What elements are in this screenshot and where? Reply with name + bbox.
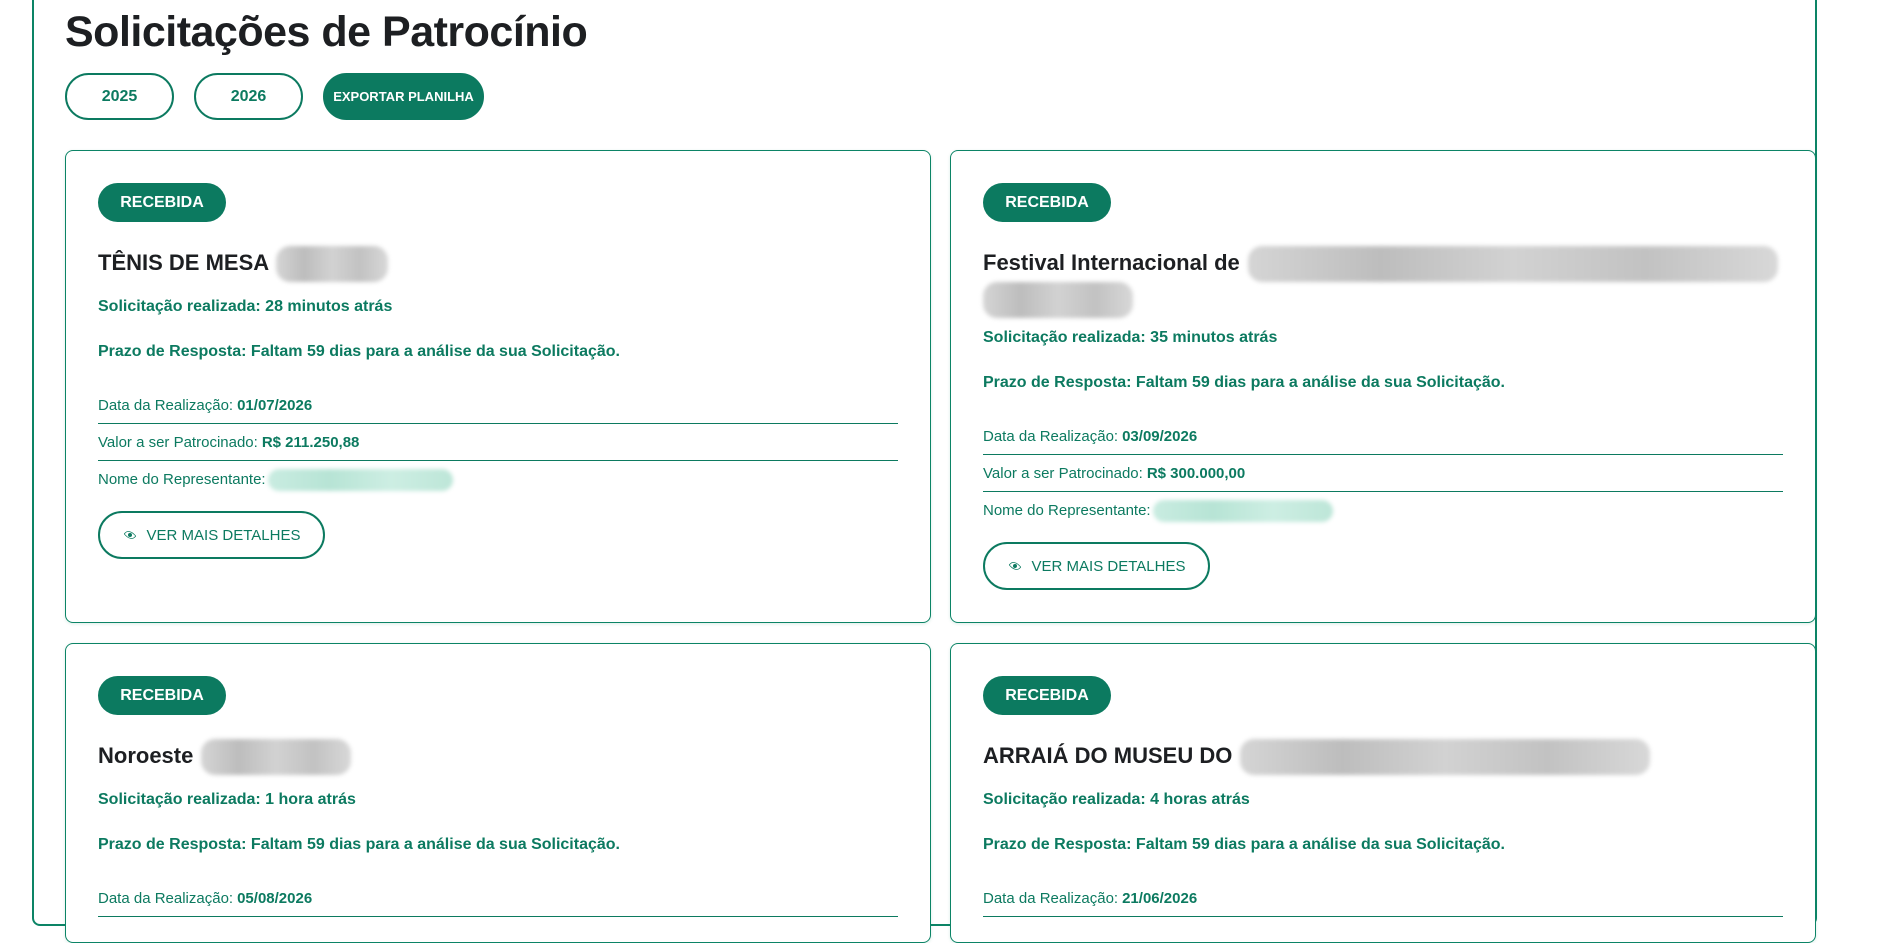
event-date-row: Data da Realização: 01/07/2026 <box>98 387 898 424</box>
request-time: Solicitação realizada: 28 minutos atrás <box>98 298 393 315</box>
response-deadline: Prazo de Resposta: Faltam 59 dias para a… <box>98 343 620 360</box>
response-deadline: Prazo de Resposta: Faltam 59 dias para a… <box>983 374 1505 391</box>
request-time: Solicitação realizada: 1 hora atrás <box>98 791 356 808</box>
year-filter-2025[interactable]: 2025 <box>65 73 174 120</box>
event-date-row: Data da Realização: 03/09/2026 <box>983 418 1783 455</box>
request-card: RECEBIDA Noroeste Solicitação realizada:… <box>65 643 931 943</box>
event-date-row: Data da Realização: 21/06/2026 <box>983 880 1783 917</box>
redacted-title <box>983 282 1133 318</box>
event-date: 05/08/2026 <box>237 889 313 907</box>
redacted-title <box>1247 246 1778 282</box>
event-date: 03/09/2026 <box>1122 427 1198 445</box>
year-filter-2026[interactable]: 2026 <box>194 73 303 120</box>
representative-row: Nome do Representante: <box>983 492 1783 529</box>
event-date: 21/06/2026 <box>1122 889 1198 907</box>
card-title: Festival Internacional de <box>983 246 1783 318</box>
sponsor-value-row: Valor a ser Patrocinado: R$ 300.000,00 <box>983 455 1783 492</box>
response-deadline: Prazo de Resposta: Faltam 59 dias para a… <box>98 836 620 853</box>
redacted-representative <box>1152 499 1333 522</box>
card-title: Noroeste <box>98 739 898 775</box>
eye-icon <box>123 530 137 540</box>
view-details-button[interactable]: VER MAIS DETALHES <box>98 511 325 559</box>
sponsor-value: R$ 300.000,00 <box>1146 464 1246 482</box>
year-filters: 2025 2026 EXPORTAR PLANILHA <box>65 73 484 120</box>
status-badge: RECEBIDA <box>983 676 1111 715</box>
request-time: Solicitação realizada: 35 minutos atrás <box>983 329 1278 346</box>
page-title: Solicitações de Patrocínio <box>65 8 588 56</box>
request-card: RECEBIDA Festival Internacional de Solic… <box>950 150 1816 623</box>
request-card: RECEBIDA TÊNIS DE MESA Solicitação reali… <box>65 150 931 623</box>
representative-row: Nome do Representante: <box>98 461 898 498</box>
status-badge: RECEBIDA <box>98 676 226 715</box>
response-deadline: Prazo de Resposta: Faltam 59 dias para a… <box>983 836 1505 853</box>
event-date-row: Data da Realização: 05/08/2026 <box>98 880 898 917</box>
request-card: RECEBIDA ARRAIÁ DO MUSEU DO Solicitação … <box>950 643 1816 943</box>
event-date: 01/07/2026 <box>237 396 313 414</box>
view-details-button[interactable]: VER MAIS DETALHES <box>983 542 1210 590</box>
sponsor-value-row: Valor a ser Patrocinado: R$ 211.250,88 <box>98 424 898 461</box>
sponsor-value: R$ 211.250,88 <box>261 433 360 451</box>
request-time: Solicitação realizada: 4 horas atrás <box>983 791 1250 808</box>
card-title: TÊNIS DE MESA <box>98 246 898 282</box>
redacted-title <box>1240 739 1651 775</box>
status-badge: RECEBIDA <box>98 183 226 222</box>
eye-icon <box>1008 561 1022 571</box>
status-badge: RECEBIDA <box>983 183 1111 222</box>
export-spreadsheet-button[interactable]: EXPORTAR PLANILHA <box>323 73 484 120</box>
redacted-title <box>276 246 389 282</box>
redacted-title <box>201 739 352 775</box>
card-title: ARRAIÁ DO MUSEU DO <box>983 739 1783 775</box>
redacted-representative <box>267 468 453 491</box>
